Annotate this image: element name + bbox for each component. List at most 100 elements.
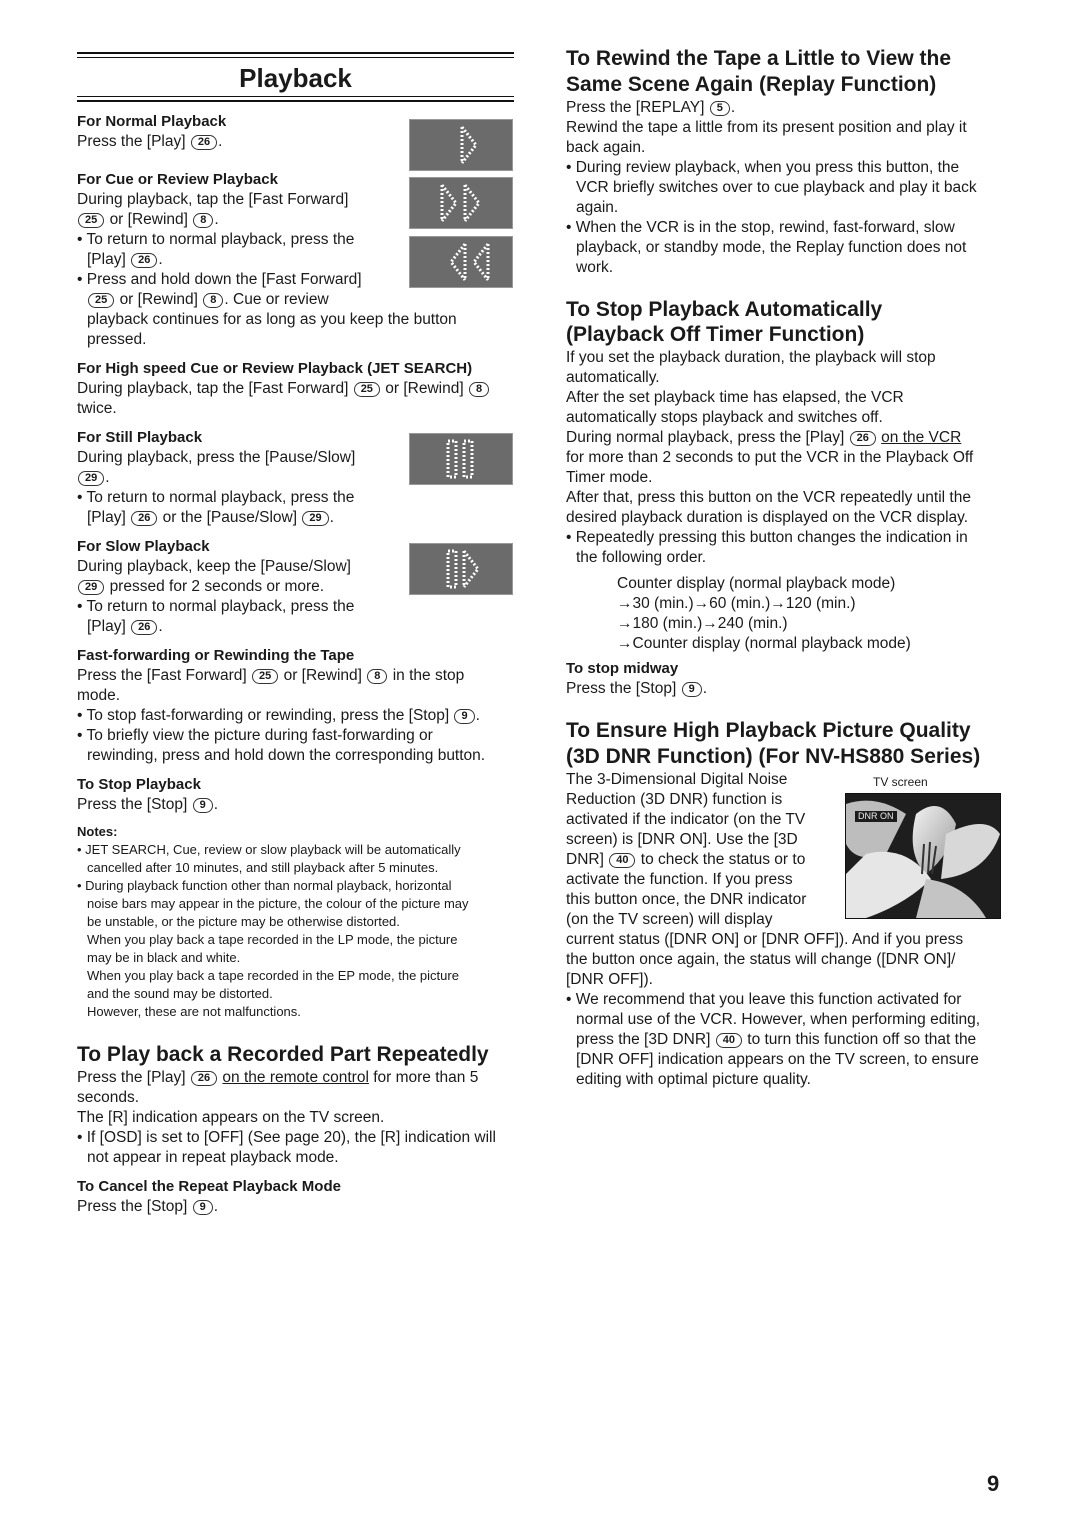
bullet-text: playback continues for as long as you ke… <box>87 311 457 328</box>
key-badge: 40 <box>715 1033 742 1048</box>
text: . <box>158 251 163 268</box>
key-badge: 29 <box>78 471 105 486</box>
key-badge: 8 <box>203 293 224 308</box>
tv-screen-caption: TV screen <box>873 775 928 789</box>
key-badge: 25 <box>78 213 105 228</box>
bullet-text: press the [3D DNR] 40 to turn this funct… <box>576 1030 976 1050</box>
dnr-text: DNR] 40 to check the status or to <box>566 850 805 870</box>
bullet-text: • We recommend that you leave this funct… <box>566 991 962 1008</box>
text: During playback, tap the [Fast Forward] <box>77 380 349 397</box>
text: . <box>213 1198 219 1215</box>
title-rule-top <box>77 52 514 54</box>
bullet-text: • During review playback, when you press… <box>566 159 960 176</box>
note-line: • JET SEARCH, Cue, review or slow playba… <box>77 842 461 857</box>
fast-forward-osd-icon <box>409 177 513 229</box>
note-line: When you play back a tape recorded in th… <box>87 968 459 983</box>
cancel-repeat-text: Press the [Stop] 9. <box>77 1197 218 1217</box>
note-line: cancelled after 10 minutes, and still pl… <box>87 860 439 875</box>
bullet-text: VCR briefly switches over to cue playbac… <box>576 179 977 196</box>
key-badge: 8 <box>468 382 490 397</box>
stop-playback-heading: To Stop Playback <box>77 776 201 793</box>
replay-text: Press the [REPLAY] 5. <box>566 98 735 118</box>
note-line: • During playback function other than no… <box>77 878 452 893</box>
replay-heading-line1: To Rewind the Tape a Little to View the <box>566 47 952 70</box>
repeat-text: The [R] indication appears on the TV scr… <box>77 1109 385 1126</box>
note-line: noise bars may appear in the picture, th… <box>87 896 469 911</box>
dnr-text: activate the function. If you press <box>566 871 793 888</box>
title-rule-top-thin <box>77 57 514 58</box>
key-badge: 25 <box>252 669 279 684</box>
dnr-text: the button once again, the status will c… <box>566 951 956 968</box>
note-line: However, these are not malfunctions. <box>87 1004 301 1019</box>
text: [Play] <box>87 618 126 635</box>
dnr-heading-line2: (3D DNR Function) (For NV-HS880 Series) <box>566 745 981 768</box>
title-rule-bottom-thin <box>77 96 514 97</box>
page-title: Playback <box>239 63 352 93</box>
text: . <box>158 618 163 635</box>
bullet-text: [DNR OFF] indication appears on the TV s… <box>576 1051 979 1068</box>
key-badge: 8 <box>367 669 388 684</box>
bullet-text: again. <box>576 199 619 216</box>
dnr-text: [DNR OFF]). <box>566 971 653 988</box>
slow-osd-icon <box>409 543 513 595</box>
key-badge: 5 <box>709 101 730 116</box>
key-badge: 25 <box>88 293 115 308</box>
bullet-text: [Play] 26 or the [Pause/Slow] 29. <box>87 508 334 528</box>
key-badge: 26 <box>131 620 158 635</box>
dnr-text: this button once, the DNR indicator <box>566 891 807 908</box>
key-badge: 8 <box>193 213 214 228</box>
off-timer-text: Timer mode. <box>566 469 653 486</box>
cue-review-text: 25 or [Rewind] 8. <box>77 210 219 230</box>
sequence-step: →30 (min.)→60 (min.)→120 (min.) <box>617 595 856 612</box>
bullet-text: • If [OSD] is set to [OFF] (See page 20)… <box>77 1129 496 1146</box>
key-badge: 29 <box>78 580 105 595</box>
bullet-text: 25 or [Rewind] 8. Cue or review <box>87 290 329 310</box>
key-badge: 25 <box>353 382 380 397</box>
text: or [Rewind] <box>385 380 464 397</box>
replay-text: back again. <box>566 139 646 156</box>
key-badge: 29 <box>302 511 329 526</box>
key-badge: 26 <box>190 1071 218 1086</box>
text: or [Rewind] <box>119 291 198 308</box>
text: Press the [Fast Forward] <box>77 667 247 684</box>
key-badge: 40 <box>609 853 636 868</box>
normal-playback-heading: For Normal Playback <box>77 113 227 130</box>
bullet-text: • Repeatedly pressing this button change… <box>566 529 968 546</box>
text: . Cue or review <box>224 291 329 308</box>
text: . <box>213 796 219 813</box>
sequence-step: →Counter display (normal playback mode) <box>617 635 911 652</box>
cancel-repeat-heading: To Cancel the Repeat Playback Mode <box>77 1178 341 1195</box>
key-badge: 9 <box>192 1200 213 1215</box>
play-osd-icon <box>409 119 513 171</box>
repeat-section-heading: To Play back a Recorded Part Repeatedly <box>77 1043 489 1066</box>
text: pressed for 2 seconds or more. <box>109 578 325 595</box>
stop-playback-text: Press the [Stop] 9. <box>77 795 218 815</box>
sequence-step: Counter display (normal playback mode) <box>617 575 896 592</box>
still-playback-text: During playback, press the [Pause/Slow] <box>77 449 356 466</box>
bullet-text: [Play] 26. <box>87 617 163 637</box>
text: to turn this function off so that the <box>747 1031 977 1048</box>
text: Press the [Play] <box>77 1069 186 1086</box>
ff-rewind-text: mode. <box>77 687 121 704</box>
bullet-text: [Play] 26. <box>87 250 163 270</box>
text: press the [3D DNR] <box>576 1031 711 1048</box>
text: . <box>218 133 223 150</box>
title-rule-bottom <box>77 100 514 102</box>
text: • To stop fast-forwarding or rewinding, … <box>77 707 450 724</box>
off-timer-text: If you set the playback duration, the pl… <box>566 349 936 366</box>
bullet-text: • When the VCR is in the stop, rewind, f… <box>566 219 955 236</box>
dnr-text: Reduction (3D DNR) function is <box>566 791 783 808</box>
bullet-text: • To return to normal playback, press th… <box>77 231 355 248</box>
off-timer-text: desired playback duration is displayed o… <box>566 509 969 526</box>
text: or the [Pause/Slow] <box>162 509 298 526</box>
text: . <box>730 99 736 116</box>
text: or [Rewind] <box>109 211 188 228</box>
page-title-block: Playback <box>77 52 514 102</box>
off-timer-text: After the set playback time has elapsed,… <box>566 389 904 406</box>
text: Press the [Play] <box>77 133 186 150</box>
bullet-text: playback, or standby mode, the Replay fu… <box>576 239 967 256</box>
dnr-text: screen) is [DNR ON]. Use the [3D <box>566 831 798 848</box>
text: [Play] <box>87 251 126 268</box>
still-osd-icon <box>409 433 513 485</box>
key-badge: 9 <box>681 682 702 697</box>
